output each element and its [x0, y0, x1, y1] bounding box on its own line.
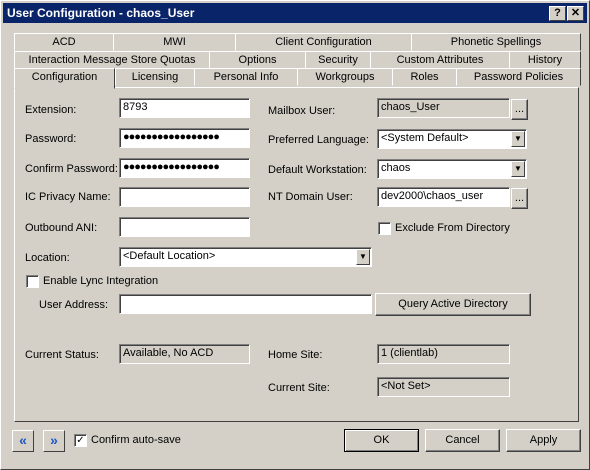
double-chevron-right-icon: » — [50, 432, 58, 448]
default-workstation-value: chaos — [381, 162, 411, 174]
location-select[interactable]: <Default Location> ▼ — [119, 247, 372, 267]
password-field[interactable]: ●●●●●●●●●●●●●●●●● — [119, 128, 250, 148]
confirm-autosave-checkbox[interactable]: ✓ — [74, 434, 87, 447]
chevron-down-icon[interactable]: ▼ — [511, 161, 525, 177]
extension-label: Extension: — [25, 104, 77, 116]
confirm-password-field[interactable]: ●●●●●●●●●●●●●●●●● — [119, 158, 250, 178]
help-button[interactable]: ? — [549, 6, 566, 21]
exclude-from-directory-label: Exclude From Directory — [395, 222, 510, 234]
enable-lync-checkbox[interactable] — [26, 275, 39, 288]
chevron-down-icon[interactable]: ▼ — [511, 131, 525, 147]
chevron-down-icon[interactable]: ▼ — [356, 249, 370, 265]
ok-button[interactable]: OK — [344, 429, 419, 452]
outbound-ani-field[interactable] — [119, 217, 250, 237]
ic-privacy-name-label: IC Privacy Name: — [25, 191, 111, 203]
next-user-button[interactable]: » — [43, 430, 65, 452]
tab-history[interactable]: History — [509, 51, 581, 69]
enable-lync-label: Enable Lync Integration — [43, 275, 159, 287]
tab-custom-attributes[interactable]: Custom Attributes — [370, 51, 510, 69]
tab-mwi[interactable]: MWI — [113, 33, 236, 51]
location-label: Location: — [25, 252, 70, 264]
check-mark-icon: ✓ — [76, 435, 85, 446]
home-site-label: Home Site: — [268, 349, 323, 361]
password-label: Password: — [25, 133, 77, 145]
tab-roles[interactable]: Roles — [392, 68, 457, 86]
cancel-button[interactable]: Cancel — [425, 429, 500, 452]
tab-password-policies[interactable]: Password Policies — [456, 68, 581, 86]
current-status-value: Available, No ACD — [119, 344, 250, 364]
user-address-label: User Address: — [39, 299, 109, 311]
close-button[interactable]: ✕ — [567, 6, 584, 21]
location-value: <Default Location> — [123, 250, 216, 262]
ic-privacy-name-field[interactable] — [119, 187, 250, 207]
current-site-label: Current Site: — [268, 382, 330, 394]
tab-acd[interactable]: ACD — [14, 33, 114, 51]
tab-phonetic-spellings[interactable]: Phonetic Spellings — [411, 33, 581, 51]
title-bar: User Configuration - chaos_User ? ✕ — [3, 3, 587, 23]
tab-interaction-message-store-quotas[interactable]: Interaction Message Store Quotas — [14, 51, 210, 69]
confirm-autosave-label: Confirm auto-save — [91, 434, 181, 446]
apply-button[interactable]: Apply — [506, 429, 581, 452]
home-site-value: 1 (clientlab) — [377, 344, 510, 364]
current-site-value: <Not Set> — [377, 377, 510, 397]
tab-licensing[interactable]: Licensing — [115, 68, 195, 86]
tab-configuration[interactable]: Configuration — [14, 68, 115, 89]
default-workstation-label: Default Workstation: — [268, 164, 367, 176]
nt-domain-user-label: NT Domain User: — [268, 191, 353, 203]
preferred-language-label: Preferred Language: — [268, 134, 369, 146]
previous-user-button[interactable]: « — [12, 430, 34, 452]
tab-workgroups[interactable]: Workgroups — [297, 68, 393, 86]
double-chevron-left-icon: « — [19, 432, 27, 448]
tab-personal-info[interactable]: Personal Info — [194, 68, 298, 86]
preferred-language-select[interactable]: <System Default> ▼ — [377, 129, 527, 149]
mailbox-user-field: chaos_User — [377, 98, 510, 118]
user-address-field[interactable] — [119, 294, 372, 314]
extension-field[interactable]: 8793 — [119, 98, 250, 118]
nt-domain-user-browse-button[interactable]: ... — [511, 188, 528, 209]
tab-security[interactable]: Security — [305, 51, 371, 69]
preferred-language-value: <System Default> — [381, 132, 469, 144]
tab-client-configuration[interactable]: Client Configuration — [235, 33, 412, 51]
outbound-ani-label: Outbound ANI: — [25, 222, 98, 234]
exclude-from-directory-checkbox[interactable] — [378, 222, 391, 235]
default-workstation-select[interactable]: chaos ▼ — [377, 159, 527, 179]
tab-options[interactable]: Options — [209, 51, 306, 69]
current-status-label: Current Status: — [25, 349, 99, 361]
query-active-directory-button[interactable]: Query Active Directory — [375, 293, 531, 316]
confirm-password-label: Confirm Password: — [25, 163, 118, 175]
user-configuration-window: User Configuration - chaos_User ? ✕ ACD … — [0, 0, 590, 470]
window-title: User Configuration - chaos_User — [7, 6, 195, 20]
mailbox-user-browse-button[interactable]: ... — [511, 99, 528, 120]
mailbox-user-label: Mailbox User: — [268, 105, 336, 117]
nt-domain-user-field[interactable]: dev2000\chaos_user — [377, 187, 510, 207]
